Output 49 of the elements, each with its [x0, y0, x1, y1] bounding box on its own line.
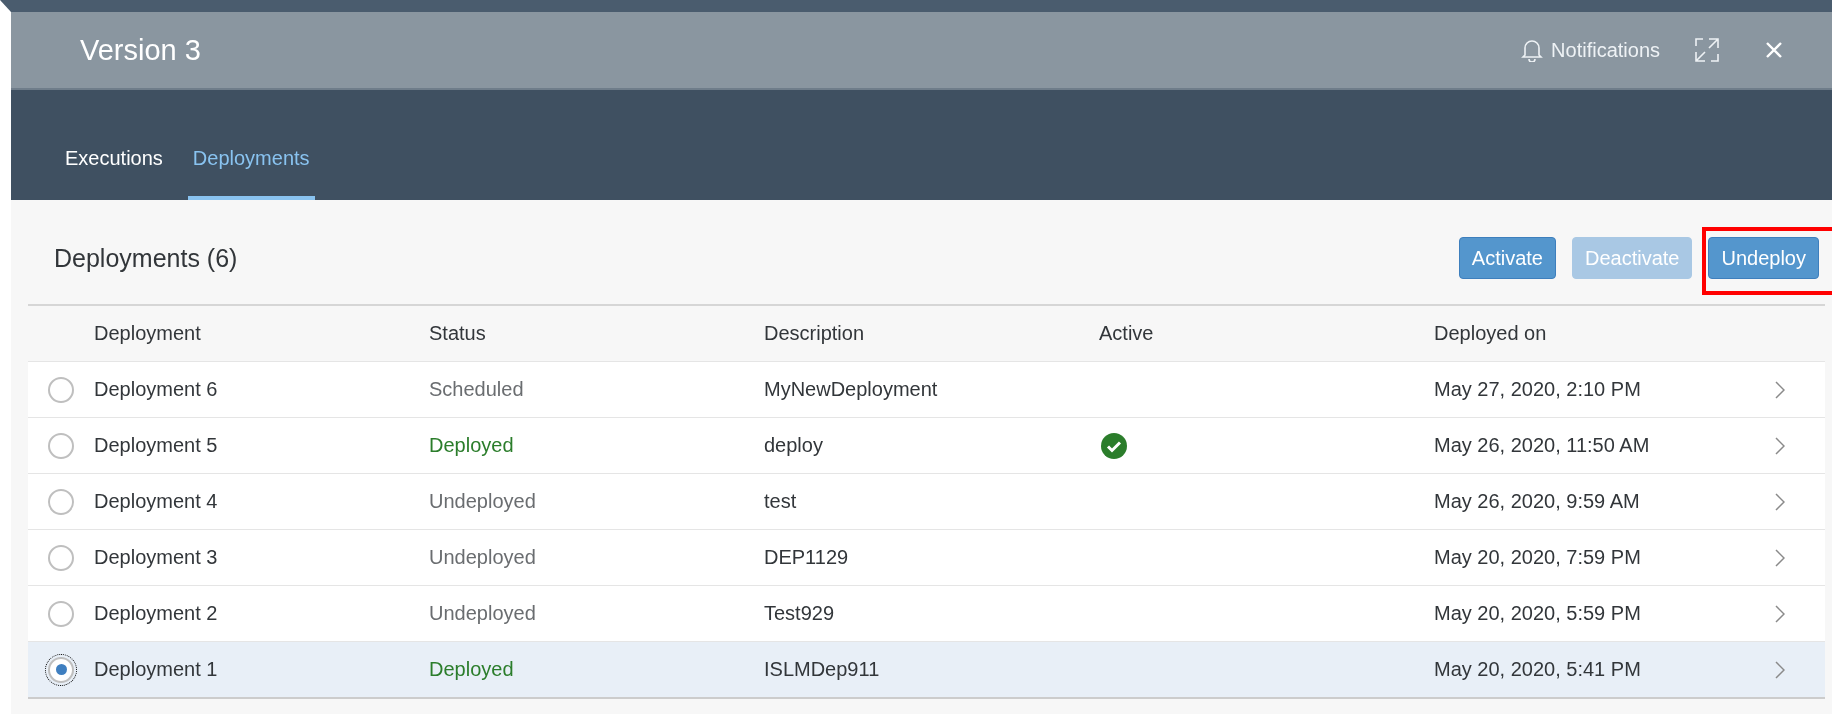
status-text: Undeployed: [429, 490, 537, 513]
table-cell-text: Deployment 1: [94, 658, 219, 681]
chevron-right-icon[interactable]: [1775, 604, 1785, 623]
table-cell-text: May 20, 2020, 5:59 PM: [1434, 602, 1642, 625]
status-text: Deployed: [429, 658, 515, 681]
column-header: Deployment: [94, 322, 202, 345]
table-cell-text: May 26, 2020, 9:59 AM: [1434, 490, 1641, 513]
table-cell-text: May 26, 2020, 11:50 AM: [1434, 434, 1651, 457]
table-cell-text: test: [764, 490, 798, 513]
expand-icon[interactable]: [1694, 37, 1720, 63]
tab[interactable]: Deployments: [187, 147, 315, 200]
table-row[interactable]: Deployment 1 Deployed ISLMDep911 May 20, 2020, 5:41 PM: [28, 642, 1825, 699]
chevron-right-icon[interactable]: [1775, 380, 1785, 399]
radio-button[interactable]: [48, 544, 74, 571]
table-cell-text: MyNewDeployment: [764, 378, 939, 401]
status-text: Scheduled: [429, 378, 525, 401]
column-header: Description: [764, 322, 866, 345]
status-text: Deployed: [429, 434, 515, 457]
radio-button[interactable]: [48, 600, 74, 627]
table-cell-text: May 20, 2020, 5:41 PM: [1434, 658, 1642, 681]
radio-button[interactable]: [48, 376, 74, 403]
close-icon[interactable]: [1764, 40, 1784, 60]
status-text: Undeployed: [429, 602, 537, 625]
table-cell-text: Deployment 4: [94, 490, 219, 513]
chevron-right-icon[interactable]: [1775, 660, 1785, 679]
radio-button[interactable]: [48, 432, 74, 459]
column-header: Deployed on: [1434, 322, 1548, 345]
table-cell-text: May 27, 2020, 2:10 PM: [1434, 378, 1642, 401]
table-cell-text: Test929: [764, 602, 836, 625]
table-cell-text: Deployment 3: [94, 546, 219, 569]
chevron-right-icon[interactable]: [1775, 492, 1785, 511]
tab[interactable]: Executions: [60, 147, 168, 200]
table-cell-text: ISLMDep911: [764, 658, 881, 681]
bell-icon: [1521, 38, 1544, 62]
status-text: Undeployed: [429, 546, 537, 569]
radio-button[interactable]: [48, 488, 74, 515]
table-cell-text: Deployment 2: [94, 602, 219, 625]
chevron-right-icon[interactable]: [1775, 436, 1785, 455]
chevron-right-icon[interactable]: [1775, 548, 1785, 567]
table-cell-text: May 20, 2020, 7:59 PM: [1434, 546, 1642, 569]
table-cell-text: deploy: [764, 434, 824, 457]
panel-title: Deployments (6): [54, 243, 239, 273]
column-header: Status: [429, 322, 487, 345]
table-cell-text: Deployment 5: [94, 434, 219, 457]
table-cell-text: Deployment 6: [94, 378, 219, 401]
window-title: Version 3: [80, 33, 202, 67]
radio-button[interactable]: [48, 656, 74, 683]
column-header: Active: [1099, 322, 1155, 345]
table-cell-text: DEP1129: [764, 546, 850, 569]
